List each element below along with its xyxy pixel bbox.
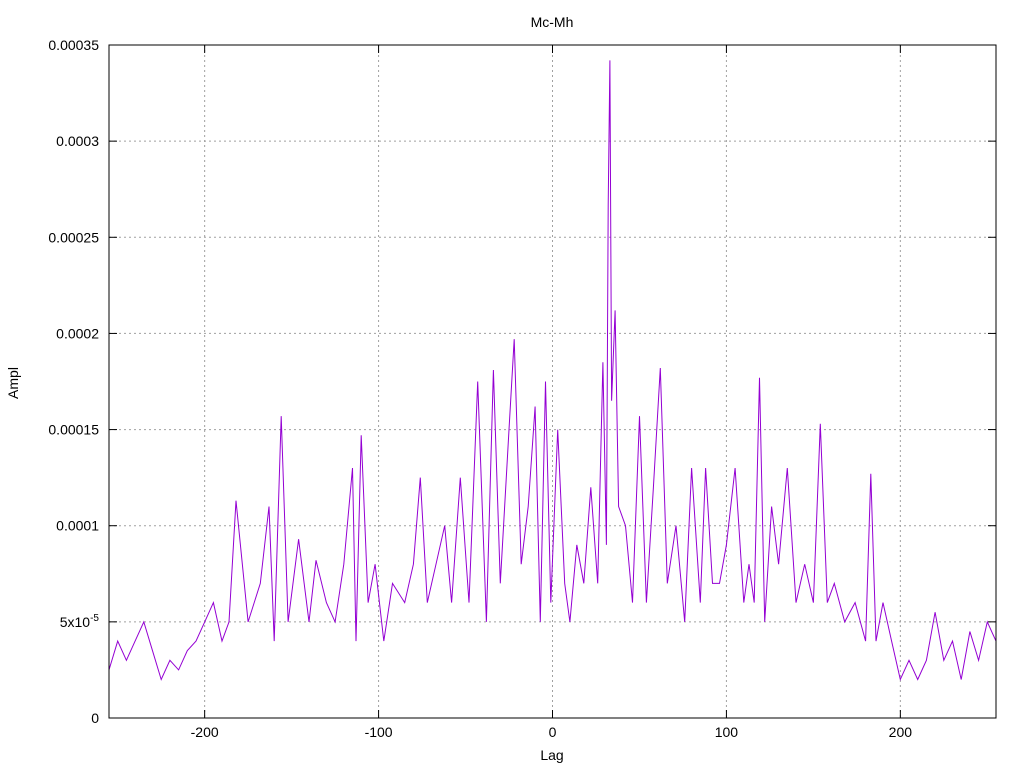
x-tick-label: -200: [191, 724, 219, 740]
chart-title: Mc-Mh: [531, 14, 574, 30]
y-tick-label: 5x10-5: [60, 613, 100, 630]
x-axis-label: Lag: [540, 747, 563, 763]
chart: -200 -100 0 100 200 0 5x10-5 0.0001 0.00015 0.000…: [5, 14, 997, 763]
tick-labels: -200 -100 0 100 200 0 5x10-5 0.0001 0.00015 0.000…: [48, 37, 912, 740]
x-tick-label: 0: [549, 724, 557, 740]
x-tick-label: 100: [715, 724, 739, 740]
y-tick-label: 0.00015: [48, 422, 99, 438]
y-tick-label-base: 5x10: [60, 614, 91, 630]
x-tick-label: 200: [889, 724, 913, 740]
y-tick-label: 0.00035: [48, 37, 99, 53]
y-axis-label: Ampl: [5, 367, 21, 399]
x-tick-label: -100: [365, 724, 393, 740]
y-tick-label: 0.0003: [56, 133, 99, 149]
y-tick-label: 0.0002: [56, 325, 99, 341]
y-tick-label: 0: [91, 710, 99, 726]
y-tick-label-exponent: -5: [90, 613, 99, 624]
grid: [109, 45, 996, 718]
y-tick-label: 0.00025: [48, 229, 99, 245]
y-tick-label: 0.0001: [56, 518, 99, 534]
